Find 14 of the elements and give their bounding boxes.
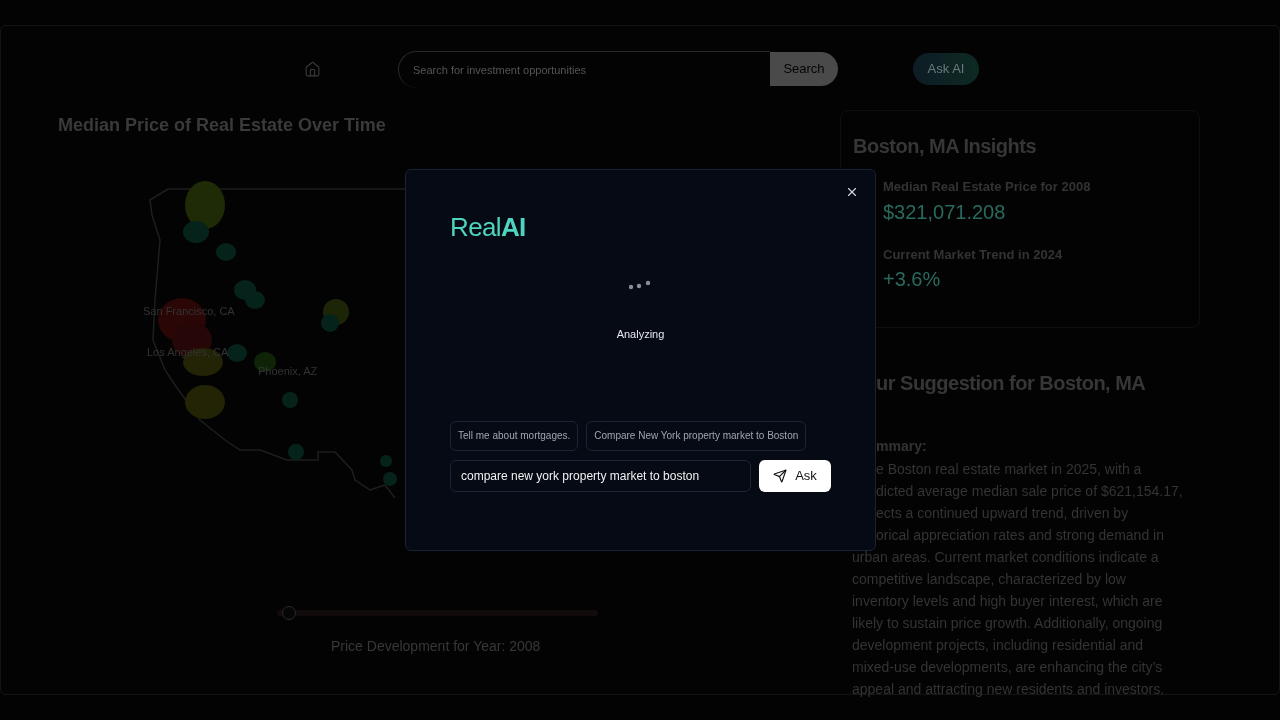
suggestion-chip[interactable]: Tell me about mortgages.: [450, 420, 579, 451]
metric-value: $321,071.208: [883, 199, 1007, 225]
realai-logo: RealAI: [450, 214, 526, 240]
close-icon[interactable]: [845, 185, 859, 199]
year-slider-thumb[interactable]: [282, 606, 297, 620]
metric-value: +3.6%: [883, 267, 942, 292]
question-field[interactable]: compare new york property market to boston: [450, 459, 751, 492]
send-icon: [773, 468, 788, 483]
ask-button[interactable]: Ask: [759, 459, 831, 492]
search-field[interactable]: Search for investment opportunities: [398, 50, 770, 88]
status-text: Analyzing: [616, 327, 665, 342]
ask-ai-button[interactable]: Ask AI: [913, 53, 979, 85]
home-icon[interactable]: [304, 60, 321, 78]
suggestion-chip[interactable]: Compare New York property market to Boston: [586, 420, 807, 451]
